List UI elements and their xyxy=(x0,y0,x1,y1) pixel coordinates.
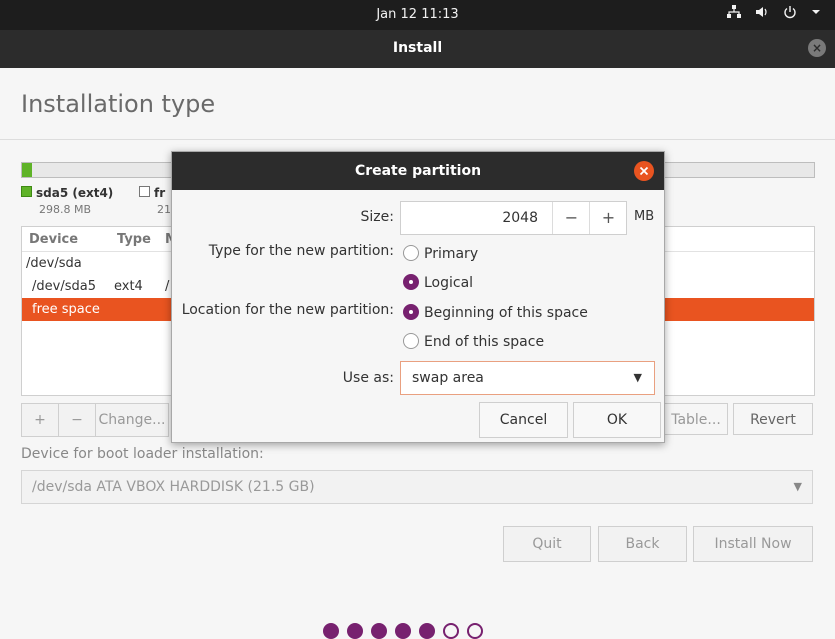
dialog-title: Create partition xyxy=(354,163,482,179)
radio-beginning[interactable]: Beginning of this space xyxy=(403,304,588,321)
size-unit: MB xyxy=(634,209,655,224)
create-partition-dialog: Create partition Size: 2048 − + MB Type … xyxy=(171,151,665,443)
ok-button[interactable]: OK xyxy=(573,402,661,438)
radio-label: Beginning of this space xyxy=(424,305,588,321)
radio-primary[interactable]: Primary xyxy=(403,245,478,262)
radio-circle-icon xyxy=(403,245,419,261)
use-as-select[interactable]: swap area ▼ xyxy=(400,361,655,395)
location-label: Location for the new partition: xyxy=(181,302,394,318)
radio-label: End of this space xyxy=(424,334,545,350)
radio-end[interactable]: End of this space xyxy=(403,333,544,350)
close-icon xyxy=(639,166,649,176)
radio-circle-icon xyxy=(403,333,419,349)
chevron-down-icon: ▼ xyxy=(633,371,642,384)
use-as-value: swap area xyxy=(412,370,484,386)
size-input[interactable]: 2048 xyxy=(502,210,538,226)
radio-label: Primary xyxy=(424,246,479,262)
use-as-label: Use as: xyxy=(342,370,394,386)
radio-checked-icon xyxy=(403,304,419,320)
size-label: Size: xyxy=(360,209,394,225)
radio-checked-icon xyxy=(403,274,419,290)
dialog-close-button[interactable] xyxy=(634,161,654,181)
cancel-button[interactable]: Cancel xyxy=(479,402,568,438)
partition-type-label: Type for the new partition: xyxy=(208,243,394,259)
radio-label: Logical xyxy=(424,275,474,291)
radio-logical[interactable]: Logical xyxy=(403,274,473,291)
size-spinbox[interactable]: 2048 − + xyxy=(400,201,627,235)
dialog-titlebar: Create partition xyxy=(172,152,664,190)
size-increment-button[interactable]: + xyxy=(589,202,627,234)
size-decrement-button[interactable]: − xyxy=(552,202,590,234)
